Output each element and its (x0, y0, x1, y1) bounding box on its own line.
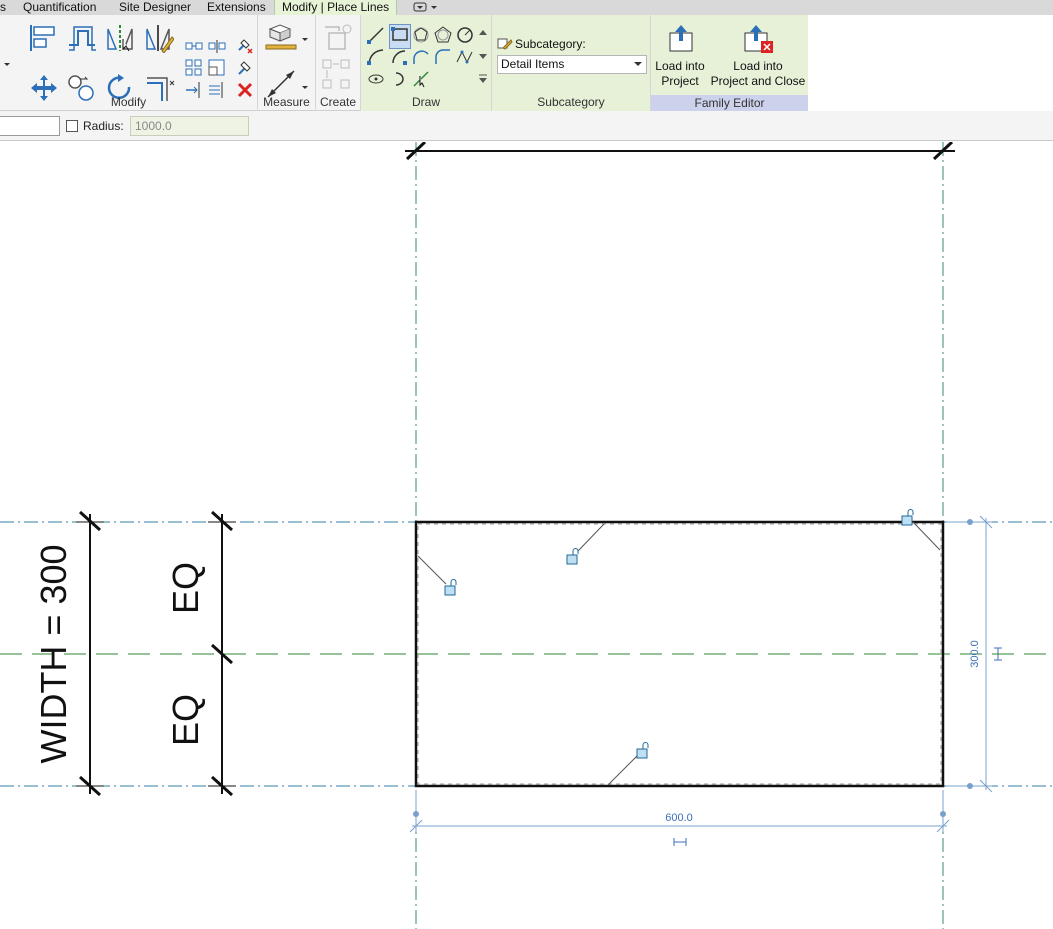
modify-panel-title: Modify (0, 95, 257, 109)
temp-dimension-horizontal-value[interactable]: 600.0 (665, 812, 693, 824)
tab-quantification[interactable]: Quantification (23, 0, 96, 15)
ellipse-tool-icon[interactable] (367, 70, 385, 91)
tab-extensions[interactable]: Extensions (207, 0, 266, 15)
load-and-close-label-1: Load into (709, 59, 807, 74)
drawing-canvas[interactable]: WIDTH = 300 EQ EQ 600.0 300.0 (0, 142, 1053, 929)
create-panel-title: Create (316, 95, 360, 109)
ribbon-empty-area (808, 15, 1053, 111)
tab-modify-place-lines[interactable]: Modify | Place Lines (274, 0, 397, 15)
lock-icon[interactable] (637, 743, 648, 759)
ribbon-display-icon[interactable] (413, 1, 441, 13)
scale-icon[interactable] (208, 59, 226, 80)
eq-label-bottom[interactable]: EQ (165, 694, 206, 746)
lock-icon[interactable] (445, 580, 456, 596)
create-panel: Create (316, 15, 361, 111)
load-and-close-label-2: Project and Close (709, 74, 807, 89)
subcategory-select[interactable]: Detail Items (497, 55, 647, 74)
offset-icon[interactable] (66, 23, 98, 56)
lock-icon[interactable] (902, 510, 913, 526)
subcategory-panel-title: Subcategory (492, 95, 650, 109)
measure-panel: Measure (258, 15, 316, 111)
load-into-project-button[interactable]: Load into Project (653, 21, 707, 93)
ribbon-tab-bar: s Quantification Site Designer Extension… (0, 0, 1053, 15)
radius-label: Radius: (83, 119, 124, 133)
expand-gallery-icon[interactable] (478, 72, 488, 89)
start-end-arc-icon[interactable] (367, 48, 385, 69)
draw-panel: Draw (361, 15, 492, 111)
load-into-project-label-2: Project (655, 74, 705, 89)
subcategory-icon (497, 36, 513, 55)
line-tool-icon[interactable] (367, 26, 385, 47)
draw-panel-title: Draw (361, 95, 491, 109)
ribbon: Modify Measure Create (0, 15, 808, 111)
split-element-icon[interactable] (208, 39, 226, 58)
load-and-close-icon (741, 23, 775, 58)
inscribed-polygon-icon[interactable] (412, 26, 430, 47)
family-editor-panel-title: Family Editor (651, 95, 808, 111)
pick-lines-icon[interactable] (412, 70, 430, 91)
fillet-arc-icon[interactable] (434, 48, 452, 69)
temp-dimension-vertical-value[interactable]: 300.0 (969, 640, 981, 668)
rectangle-tool-icon[interactable] (389, 24, 411, 49)
modify-panel: Modify (0, 15, 258, 111)
radius-checkbox[interactable] (66, 120, 78, 132)
eq-label-top[interactable]: EQ (165, 562, 206, 614)
mirror-pick-axis-icon[interactable] (105, 23, 135, 56)
pin-icon[interactable] (236, 59, 254, 80)
create-group-icon (321, 58, 353, 95)
align-icon[interactable] (28, 23, 58, 56)
tab-site-designer[interactable]: Site Designer (119, 0, 191, 15)
load-into-project-and-close-button[interactable]: Load into Project and Close (709, 21, 807, 93)
move-small-icon[interactable] (185, 39, 203, 58)
family-editor-panel: Load into Project Load into Project and … (651, 15, 808, 111)
chevron-down-icon (634, 62, 642, 66)
dropdown-arrow-icon[interactable] (1, 55, 13, 76)
lock-icon[interactable] (567, 549, 578, 565)
circle-tool-icon[interactable] (456, 26, 474, 47)
options-text-field[interactable] (0, 116, 60, 136)
partial-ellipse-icon[interactable] (390, 70, 408, 91)
subcategory-panel: Subcategory: Detail Items Subcategory (492, 15, 651, 111)
circumscribed-polygon-icon[interactable] (434, 26, 452, 47)
subcategory-value: Detail Items (501, 57, 564, 71)
measure-panel-title: Measure (258, 95, 315, 109)
options-bar: Radius: 1000.0 (0, 111, 1053, 141)
tab-partial[interactable]: s (0, 0, 6, 15)
radius-input[interactable]: 1000.0 (130, 116, 249, 136)
scroll-up-icon[interactable] (478, 26, 488, 43)
subcategory-label: Subcategory: (515, 37, 586, 51)
unpin-icon[interactable] (236, 37, 254, 58)
array-icon[interactable] (185, 59, 203, 80)
load-into-project-icon (666, 23, 696, 56)
component-icon (321, 23, 353, 56)
load-into-project-label-1: Load into (655, 59, 705, 74)
spline-tool-icon[interactable] (456, 48, 474, 69)
measure-icon[interactable] (264, 23, 310, 56)
tangent-end-arc-icon[interactable] (412, 48, 430, 69)
mirror-draw-axis-icon[interactable] (144, 23, 174, 56)
center-ends-arc-icon[interactable] (390, 48, 408, 69)
flip-dimension-icon[interactable] (674, 838, 686, 846)
width-label[interactable]: WIDTH = 300 (33, 544, 74, 763)
scroll-down-icon[interactable] (478, 49, 488, 66)
